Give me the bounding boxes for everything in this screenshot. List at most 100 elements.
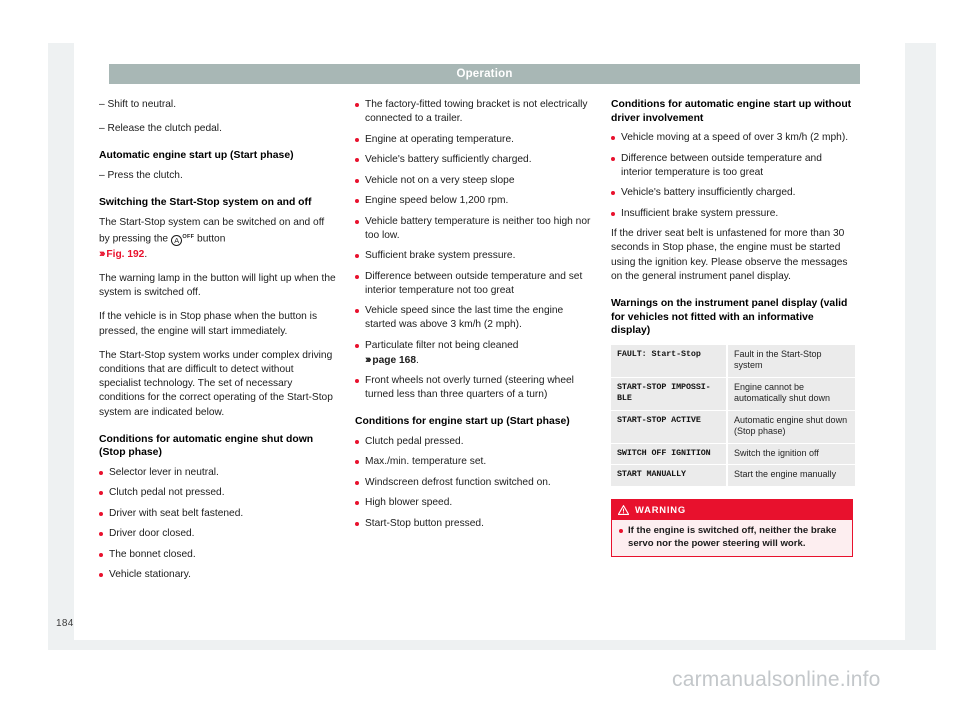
page-reference-link[interactable]: page 168: [372, 355, 416, 366]
list-item: Engine at operating temperature.: [355, 133, 592, 147]
bullet-dot-icon: [355, 309, 359, 313]
circled-a-icon: A: [170, 234, 183, 246]
figure-ref-arrows-icon: ›››: [99, 247, 106, 260]
list-item: Clutch pedal not pressed.: [99, 486, 336, 500]
table-row: SWITCH OFF IGNITION Switch the ignition …: [611, 443, 855, 465]
list-item: Windscreen defrost function switched on.: [355, 476, 592, 490]
table-cell-description: Automatic engine shut down (Stop phase): [726, 410, 855, 443]
list-item-text: Windscreen defrost function switched on.: [365, 476, 551, 488]
list-item-text: Difference between outside temperature a…: [621, 152, 822, 178]
table-cell-description: Switch the ignition off: [726, 443, 855, 465]
list-shutdown-conditions: Selector lever in neutral. Clutch pedal …: [99, 466, 336, 583]
list-item-text: Difference between outside temperature a…: [365, 270, 583, 296]
list-item: Vehicle battery temperature is neither t…: [355, 215, 592, 243]
bullet-dot-icon: [99, 532, 103, 537]
column-middle: The factory-fitted towing bracket is not…: [355, 98, 592, 537]
dash-item-shift-neutral: – Shift to neutral.: [99, 99, 177, 110]
start-stop-button-icon: A OFF: [170, 230, 195, 247]
warning-callout-box: WARNING If the engine is switched off, n…: [611, 498, 853, 558]
table-cell-description: Start the engine manually: [726, 465, 855, 486]
page-ref-arrows-icon: ›››: [365, 353, 372, 366]
list-item: Vehicle stationary.: [99, 568, 336, 582]
figure-reference-link[interactable]: Fig. 192: [106, 249, 144, 260]
list-item: Vehicle's battery insufficiently charged…: [611, 186, 855, 200]
site-watermark: carmanualsonline.info: [672, 668, 881, 691]
bullet-dot-icon: [99, 552, 103, 557]
list-item-text: Driver door closed.: [109, 528, 195, 540]
list-item-text: Insufficient brake system pressure.: [621, 207, 779, 219]
table-row: START-STOP ACTIVE Automatic engine shut …: [611, 410, 855, 443]
bullet-dot-icon: [355, 178, 359, 183]
list-item-text: Engine at operating temperature.: [365, 133, 514, 145]
para-seat-belt-unfastened: If the driver seat belt is unfastened fo…: [611, 228, 848, 282]
heading-start-up-without-driver: Conditions for automatic engine start up…: [611, 99, 852, 124]
list-item-text: Vehicle not on a very steep slope: [365, 174, 515, 186]
list-item-text: Vehicle's battery insufficiently charged…: [621, 187, 796, 199]
list-item-text: Vehicle moving at a speed of over 3 km/h…: [621, 132, 849, 144]
bullet-dot-icon: [355, 379, 359, 383]
page-ref-period: .: [416, 354, 419, 366]
list-item: Max./min. temperature set.: [355, 455, 592, 469]
bullet-dot-icon: [355, 219, 359, 224]
list-item-text: Front wheels not overly turned (steering…: [365, 375, 574, 400]
figure-ref-period: .: [144, 248, 148, 260]
list-item-text: Vehicle's battery sufficiently charged.: [365, 154, 532, 165]
list-item: High blower speed.: [355, 496, 592, 510]
bullet-dot-icon: [355, 343, 359, 348]
list-item: Insufficient brake system pressure.: [611, 207, 855, 221]
column-left: – Shift to neutral. – Release the clutch…: [99, 98, 336, 589]
list-item: If the engine is switched off, neither t…: [619, 525, 845, 550]
table-cell-description: Engine cannot be automatically shut down: [726, 377, 855, 410]
dash-item-release-clutch: – Release the clutch pedal.: [99, 123, 222, 135]
off-superscript-label: OFF: [182, 234, 195, 240]
list-item: Driver door closed.: [99, 527, 336, 541]
list-item-text: Engine speed below 1,200 rpm.: [365, 195, 509, 206]
table-row: FAULT: Start-Stop Fault in the Start-Sto…: [611, 344, 855, 377]
list-item: Engine speed below 1,200 rpm.: [355, 194, 592, 208]
warning-callout-title: WARNING: [635, 503, 686, 515]
bullet-dot-icon: [355, 439, 359, 444]
table-cell-code: SWITCH OFF IGNITION: [611, 443, 726, 465]
list-item: The factory-fitted towing bracket is not…: [355, 98, 592, 126]
table-cell-code: START-STOP ACTIVE: [611, 410, 726, 443]
list-item-text: Clutch pedal pressed.: [365, 435, 464, 447]
instrument-panel-warnings-table: FAULT: Start-Stop Fault in the Start-Sto…: [611, 344, 855, 487]
bullet-dot-icon: [611, 211, 615, 216]
list-item-text: Max./min. temperature set.: [365, 456, 487, 468]
list-item-text: Start-Stop button pressed.: [365, 517, 484, 529]
bullet-dot-icon: [99, 573, 103, 578]
list-item: Front wheels not overly turned (steering…: [355, 374, 592, 402]
bullet-dot-icon: [355, 103, 359, 107]
list-item-text: Selector lever in neutral.: [109, 466, 219, 478]
list-item-text: Vehicle speed since the last time the en…: [365, 305, 564, 330]
para-warning-lamp: The warning lamp in the button will ligh…: [99, 272, 336, 299]
list-item: Start-Stop button pressed.: [355, 517, 592, 531]
list-item: The bonnet closed.: [99, 548, 336, 562]
list-item: Clutch pedal pressed.: [355, 435, 592, 449]
content-columns: – Shift to neutral. – Release the clutch…: [99, 98, 889, 618]
table-cell-code: START MANUALLY: [611, 465, 726, 486]
bullet-dot-icon: [355, 137, 359, 142]
bullet-dot-icon: [355, 521, 359, 526]
page-screenshot: Operation 184 – Shift to neutral. – Rele…: [0, 0, 960, 708]
para-stop-phase-button: If the vehicle is in Stop phase when the…: [99, 311, 318, 337]
bullet-dot-icon: [619, 529, 623, 534]
heading-conditions-start-up: Conditions for engine start up (Start ph…: [355, 416, 570, 427]
list-item-text: The bonnet closed.: [109, 548, 196, 560]
bullet-dot-icon: [355, 501, 359, 506]
para-complex-conditions: The Start-Stop system works under comple…: [99, 349, 333, 418]
list-item: Difference between outside temperature a…: [611, 152, 855, 180]
table-row: START-STOP IMPOSSI-BLE Engine cannot be …: [611, 377, 855, 410]
bullet-dot-icon: [611, 156, 615, 161]
warning-callout-header: WARNING: [612, 499, 852, 520]
list-item: Sufficient brake system pressure.: [355, 249, 592, 263]
list-item: Difference between outside temperature a…: [355, 270, 592, 298]
warning-triangle-icon: [618, 504, 629, 515]
table-cell-code: START-STOP IMPOSSI-BLE: [611, 377, 726, 410]
bullet-dot-icon: [355, 460, 359, 465]
list-item-text: Vehicle stationary.: [109, 569, 191, 581]
heading-switching-start-stop: Switching the Start-Stop system on and o…: [99, 197, 312, 209]
heading-conditions-shut-down: Conditions for automatic engine shut dow…: [99, 433, 314, 459]
warning-list: If the engine is switched off, neither t…: [619, 525, 845, 550]
para-switching-description: The Start-Stop system can be switched on…: [99, 216, 336, 262]
